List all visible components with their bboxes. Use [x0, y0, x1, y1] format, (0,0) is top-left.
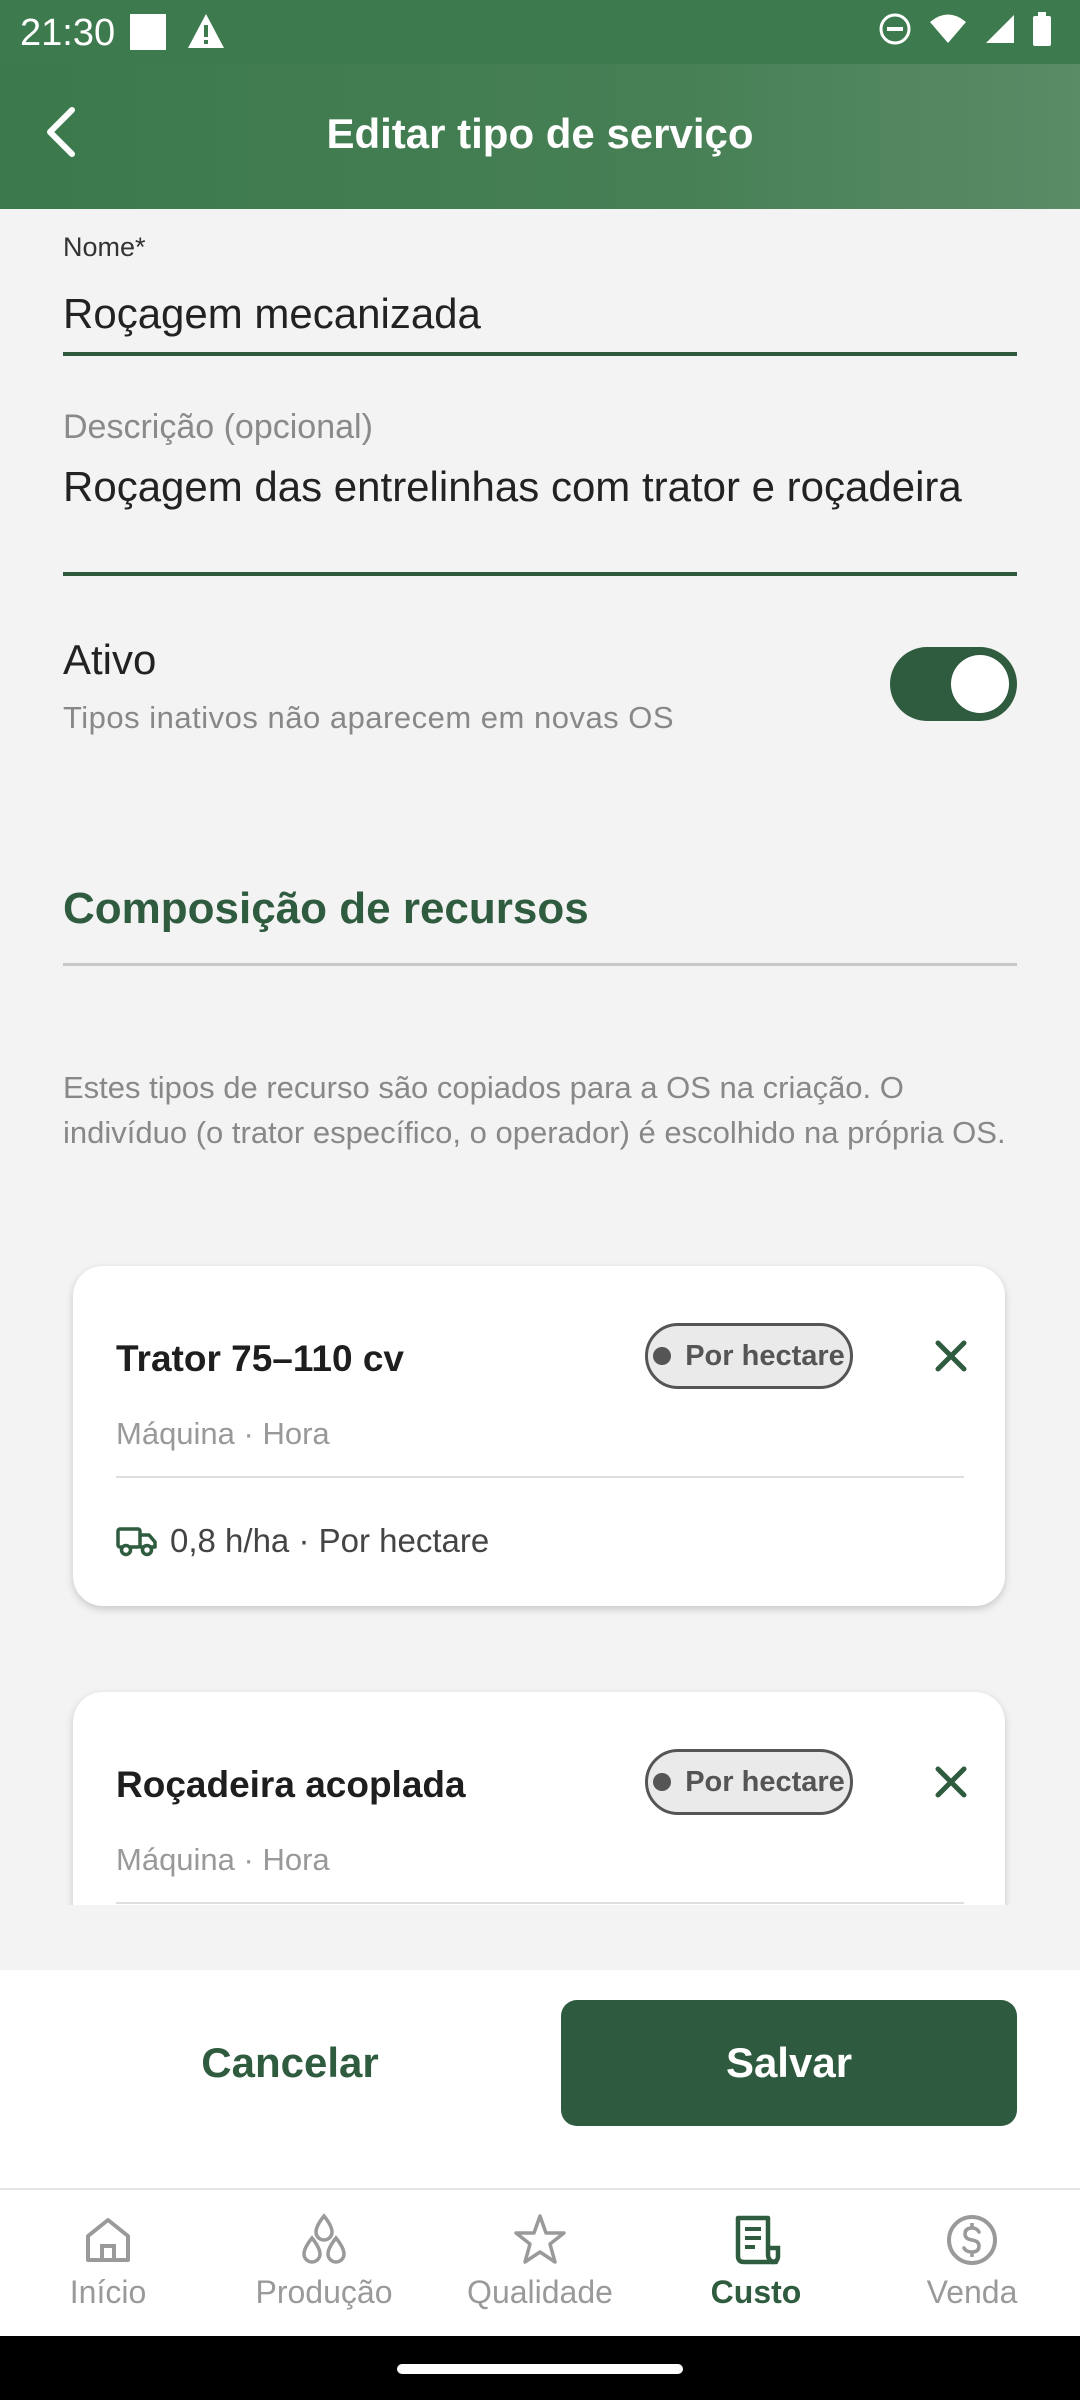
- name-label: Nome*: [63, 232, 146, 262]
- unit-chip-label: Por hectare: [685, 1339, 845, 1372]
- resource-meta: Máquina · Hora: [116, 1416, 330, 1451]
- status-icons: [878, 12, 1052, 46]
- resource-name: Roçadeira acoplada: [116, 1764, 466, 1805]
- unit-chip[interactable]: Por hectare: [645, 1749, 853, 1815]
- active-toggle[interactable]: [890, 647, 1017, 721]
- nav-label: Custo: [710, 2274, 802, 2310]
- dnd-icon: [879, 13, 911, 45]
- active-hint: Tipos inativos não aparecem em novas OS: [63, 700, 675, 735]
- resource-card[interactable]: Trator 75–110 cv Por hectare Máquina · H…: [73, 1266, 1005, 1606]
- resource-list-viewport: Roçadeira acoplada Por hectare Máquina ·…: [0, 1660, 1080, 1905]
- drops-icon: [302, 2213, 346, 2264]
- card-divider: [116, 1476, 964, 1478]
- dollar-icon: [947, 2215, 997, 2265]
- nav-item-venda[interactable]: Venda: [864, 2212, 1080, 2311]
- active-label: Ativo: [63, 636, 157, 683]
- nav-label: Venda: [926, 2274, 1018, 2310]
- save-button[interactable]: Salvar: [561, 2000, 1017, 2126]
- battery-icon: [1033, 12, 1051, 46]
- notification-square-icon: [130, 14, 166, 50]
- description-field-underline: [63, 572, 1017, 576]
- nav-item-custo[interactable]: Custo: [648, 2212, 864, 2311]
- section-divider: [63, 963, 1017, 966]
- app-bar: Editar tipo de serviço: [0, 64, 1080, 209]
- home-gesture-handle[interactable]: [397, 2364, 683, 2374]
- toggle-knob: [951, 655, 1009, 713]
- remove-resource-icon[interactable]: [933, 1338, 969, 1374]
- status-time: 21:30: [20, 12, 116, 54]
- card-divider: [116, 1902, 964, 1904]
- chip-dot-icon: [653, 1347, 672, 1365]
- unit-chip-label: Por hectare: [685, 1765, 845, 1798]
- star-icon: [514, 2214, 566, 2264]
- page-title: Editar tipo de serviço: [326, 110, 754, 157]
- nav-label: Qualidade: [467, 2274, 613, 2310]
- resource-detail: 0,8 h/ha · Por hectare: [116, 1522, 489, 1560]
- signal-icon: [986, 15, 1014, 43]
- resource-meta: Máquina · Hora: [116, 1842, 330, 1877]
- home-icon: [86, 2218, 130, 2262]
- action-bar: Cancelar Salvar: [0, 1970, 1080, 2188]
- chip-dot-icon: [653, 1773, 672, 1791]
- nav-label: Início: [69, 2274, 147, 2310]
- name-field[interactable]: Roçagem mecanizada: [63, 290, 481, 338]
- resource-detail-text: 0,8 h/ha · Por hectare: [170, 1522, 490, 1559]
- description-field[interactable]: Roçagem das entrelinhas com trator e roç…: [63, 455, 963, 518]
- warning-icon: [186, 12, 226, 55]
- resource-card[interactable]: Roçadeira acoplada Por hectare Máquina ·…: [73, 1692, 1005, 1905]
- bottom-nav: Início Produção Qualidade Custo Venda: [0, 2188, 1080, 2338]
- truck-icon: [116, 1527, 157, 1557]
- nav-item-inicio[interactable]: Início: [0, 2212, 216, 2311]
- nav-item-qualidade[interactable]: Qualidade: [432, 2212, 648, 2311]
- resource-name: Trator 75–110 cv: [116, 1338, 404, 1379]
- nav-item-producao[interactable]: Produção: [216, 2212, 432, 2311]
- receipt-icon: [735, 2215, 781, 2265]
- status-bar: 21:30: [0, 0, 1080, 64]
- composition-help: Estes tipos de recurso são copiados para…: [63, 1070, 1006, 1150]
- cancel-button[interactable]: Cancelar: [110, 2000, 470, 2126]
- nav-label: Produção: [255, 2274, 393, 2310]
- remove-resource-icon[interactable]: [933, 1764, 969, 1800]
- wifi-icon: [930, 14, 966, 43]
- unit-chip[interactable]: Por hectare: [645, 1323, 853, 1389]
- composition-title: Composição de recursos: [63, 884, 589, 933]
- description-label: Descrição (opcional): [63, 408, 373, 446]
- name-field-underline: [63, 352, 1017, 356]
